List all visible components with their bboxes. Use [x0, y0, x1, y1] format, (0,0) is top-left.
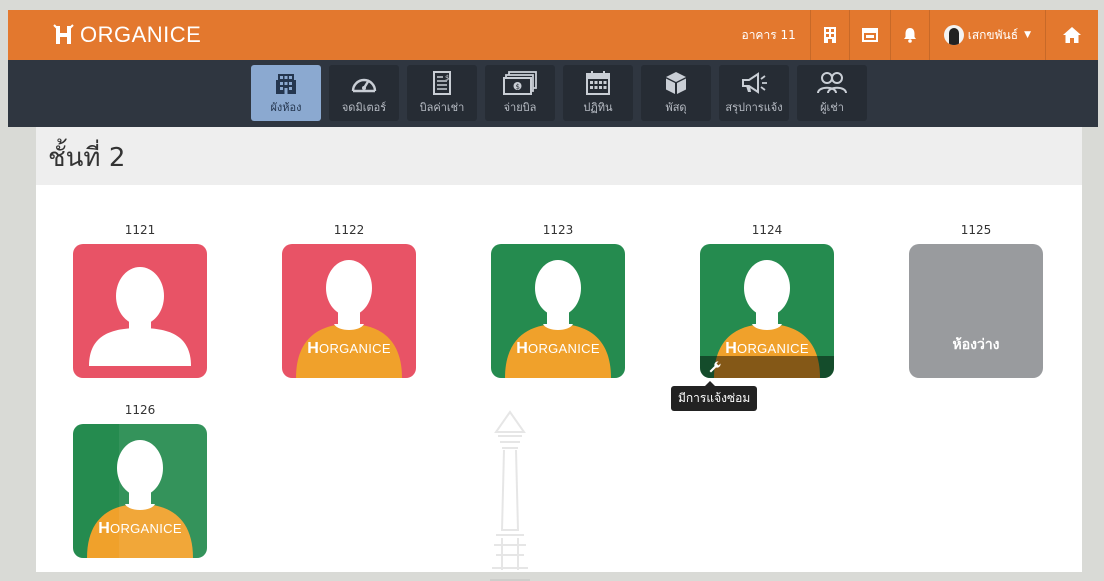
- page-title: ชั้นที่ 2: [48, 143, 126, 173]
- nav-label: ผู้เช่า: [820, 101, 844, 114]
- home-icon: [1063, 27, 1081, 43]
- nav-label: จ่ายบิล: [503, 101, 537, 114]
- nav-item-calendar[interactable]: ปฏิทิน: [563, 65, 633, 121]
- building-selector[interactable]: อาคาร 11: [729, 10, 809, 60]
- package-icon: [665, 70, 687, 96]
- shirt-brand: HORGANICE: [98, 520, 182, 537]
- megaphone-icon: [739, 70, 769, 96]
- brand-logo[interactable]: ORGANICE: [52, 22, 201, 48]
- room-card-1126[interactable]: HORGANICE: [73, 424, 207, 558]
- bell-icon: [903, 28, 916, 43]
- window-icon: [861, 28, 878, 42]
- room-number-1123: 1123: [542, 223, 574, 237]
- svg-text:$: $: [445, 74, 449, 82]
- main-nav: ผังห้อง จดมิเตอร์ $ บิลค่าเช่า $ จ่ายบิล…: [8, 60, 1098, 127]
- building-icon: [823, 27, 836, 43]
- room-number-1121: 1121: [124, 223, 156, 237]
- room-number-1122: 1122: [333, 223, 365, 237]
- building-grid-icon: [275, 70, 297, 96]
- notifications-button[interactable]: [889, 10, 929, 60]
- nav-item-report-summary[interactable]: สรุปการแจ้ง: [719, 65, 789, 121]
- money-icon: $: [503, 70, 537, 96]
- user-menu[interactable]: เสกขพันธ์ ▼: [928, 10, 1045, 60]
- nav-item-meter[interactable]: จดมิเตอร์: [329, 65, 399, 121]
- floor-header: ชั้นที่ 2: [36, 127, 1082, 185]
- room-card-1125[interactable]: ห้องว่าง: [909, 244, 1043, 378]
- repair-tooltip: มีการแจ้งซ่อม: [671, 381, 758, 411]
- room-card-1122[interactable]: HORGANICE: [282, 244, 416, 378]
- svg-text:$: $: [516, 83, 520, 91]
- avatar: [943, 25, 964, 45]
- nav-item-tenants[interactable]: ผู้เช่า: [797, 65, 867, 121]
- users-icon: [816, 70, 848, 96]
- room-number-1126: 1126: [124, 403, 156, 417]
- caret-down-icon: ▼: [1024, 30, 1031, 40]
- nav-item-parcel[interactable]: พัสดุ: [641, 65, 711, 121]
- speedometer-icon: [350, 70, 378, 96]
- window-button[interactable]: [848, 10, 890, 60]
- person-icon: [89, 267, 191, 366]
- room-card-1123[interactable]: HORGANICE: [491, 244, 625, 378]
- shirt-brand: HORGANICE: [307, 340, 391, 357]
- nav-label: จดมิเตอร์: [341, 101, 387, 114]
- brand-name: ORGANICE: [80, 22, 202, 47]
- nav-label: ปฏิทิน: [583, 101, 613, 114]
- top-bar: ORGANICE อาคาร 11 เสกขพันธ์ ▼: [8, 10, 1098, 60]
- room-number-1124: 1124: [751, 223, 783, 237]
- building-button[interactable]: [809, 10, 849, 60]
- nav-item-pay-bill[interactable]: $ จ่ายบิล: [485, 65, 555, 121]
- nav-label: พัสดุ: [665, 101, 687, 114]
- nav-label: บิลค่าเช่า: [419, 101, 465, 114]
- calendar-icon: [586, 70, 610, 96]
- user-name: เสกขพันธ์: [967, 27, 1019, 42]
- shirt-brand: HORGANICE: [516, 340, 600, 357]
- room-card-1124[interactable]: HORGANICE: [700, 244, 834, 378]
- nav-label: สรุปการแจ้ง: [725, 101, 783, 114]
- repair-indicator[interactable]: [700, 356, 834, 378]
- building-label: อาคาร 11: [741, 27, 796, 42]
- invoice-icon: $: [433, 70, 451, 96]
- home-button[interactable]: [1045, 10, 1098, 60]
- nav-item-rent-bill[interactable]: $ บิลค่าเช่า: [407, 65, 477, 121]
- room-card-1121[interactable]: [73, 244, 207, 378]
- vacant-label: ห้องว่าง: [952, 337, 1000, 353]
- nav-label: ผังห้อง: [270, 101, 302, 114]
- nav-item-room-layout[interactable]: ผังห้อง: [251, 65, 321, 121]
- organice-logo-icon: [53, 24, 74, 44]
- watermark-emblem: [490, 410, 530, 581]
- room-number-1125: 1125: [960, 223, 992, 237]
- wrench-icon: [709, 361, 721, 373]
